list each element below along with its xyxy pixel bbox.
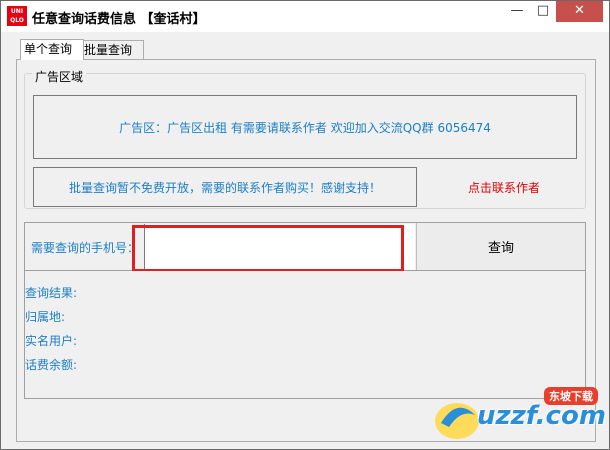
phone-number-input[interactable]: [144, 224, 415, 270]
query-result-label: 查询结果:: [25, 286, 78, 300]
site-watermark: 东坡下载 uzzf.com: [431, 387, 606, 445]
watermark-text: uzzf.com: [477, 401, 606, 431]
logo-text-top: UNI: [10, 8, 24, 15]
location-label: 归属地:: [25, 310, 66, 324]
balance-label: 话费余额:: [25, 358, 78, 372]
contact-author-link[interactable]: 点击联系作者: [468, 179, 540, 196]
app-logo-icon: UNI QLO: [7, 6, 27, 26]
watermark-logo-icon: [435, 403, 479, 439]
logo-text-bottom: QLO: [10, 17, 24, 24]
title-bar: UNI QLO 任意查询话费信息 【奎话村】 — □ ✕: [1, 1, 609, 32]
notice-text: 批量查询暂不免费开放，需要的联系作者购买！感谢支持！: [68, 180, 381, 195]
window-title: 任意查询话费信息 【奎话村】: [32, 12, 206, 27]
tab-single-query[interactable]: 单个查询: [20, 39, 84, 60]
ad-banner: 广告区：广告区出租 有需要请联系作者 欢迎加入交流QQ群 6056474: [33, 95, 577, 159]
tab-batch-query[interactable]: 批量查询: [80, 40, 144, 60]
close-button[interactable]: ✕: [556, 1, 603, 22]
results-panel: [24, 271, 586, 399]
ad-text: 广告区：广告区出租 有需要请联系作者 欢迎加入交流QQ群 6056474: [119, 120, 491, 135]
app-window: UNI QLO 任意查询话费信息 【奎话村】 — □ ✕ 单个查询 批量查询 广…: [0, 0, 610, 450]
query-button[interactable]: 查询: [416, 223, 585, 270]
real-name-label: 实名用户:: [25, 334, 78, 348]
maximize-button[interactable]: □: [530, 1, 556, 22]
phone-number-label: 需要查询的手机号：: [31, 241, 140, 255]
ad-groupbox-legend: 广告区域: [32, 68, 87, 85]
minimize-button[interactable]: —: [504, 1, 530, 22]
batch-notice: 批量查询暂不免费开放，需要的联系作者购买！感谢支持！: [33, 167, 417, 207]
